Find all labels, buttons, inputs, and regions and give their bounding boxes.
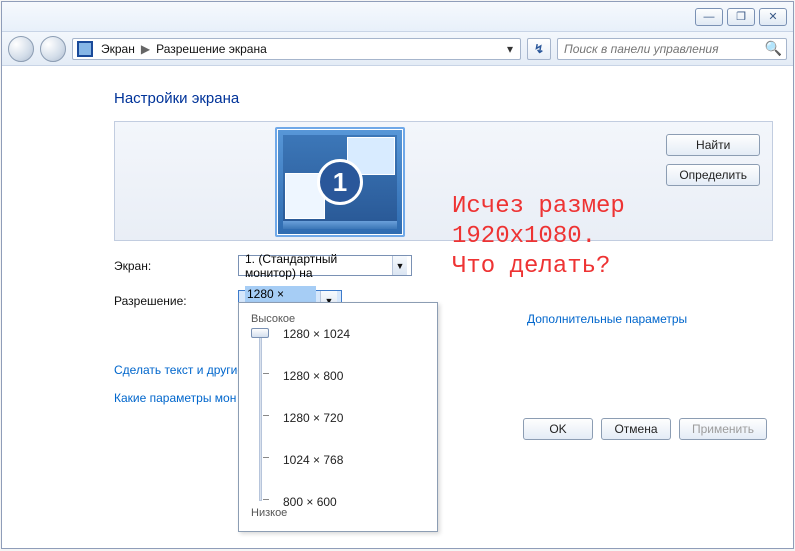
screen-combo[interactable]: 1. (Стандартный монитор) на ▼ xyxy=(238,255,412,276)
chevron-down-icon: ▼ xyxy=(392,256,407,275)
ok-button[interactable]: OK xyxy=(523,418,593,440)
apply-button[interactable]: Применить xyxy=(679,418,767,440)
title-bar: — ❐ ✕ xyxy=(2,2,793,32)
slider-thumb[interactable] xyxy=(251,328,269,338)
resolution-option-4[interactable]: 800 × 600 xyxy=(283,495,337,509)
resolution-slider-popup: Высокое 1280 × 1024 1280 × 800 1280 × 72… xyxy=(238,302,438,532)
breadcrumb-item-2[interactable]: Разрешение экрана xyxy=(152,42,271,56)
help-link[interactable]: Какие параметры мон xyxy=(114,391,773,405)
monitor-preview-box: 1 Найти Определить xyxy=(114,121,773,241)
slider-label-high: Высокое xyxy=(251,313,429,325)
search-box[interactable]: 🔍 xyxy=(557,38,787,60)
nav-toolbar: Экран ▶ Разрешение экрана ▾ ↯ 🔍 xyxy=(2,32,793,66)
minimize-button[interactable]: — xyxy=(695,8,723,26)
refresh-button[interactable]: ↯ xyxy=(527,38,551,60)
resolution-option-0[interactable]: 1280 × 1024 xyxy=(283,327,350,341)
forward-button[interactable] xyxy=(40,36,66,62)
monitor-number-badge: 1 xyxy=(317,159,363,205)
breadcrumb-item-1[interactable]: Экран xyxy=(97,42,139,56)
address-dropdown-icon[interactable]: ▾ xyxy=(502,42,518,56)
label-resolution: Разрешение: xyxy=(114,294,238,308)
monitor-thumbnail[interactable]: 1 xyxy=(275,127,405,237)
address-bar[interactable]: Экран ▶ Разрешение экрана ▾ xyxy=(72,38,521,60)
advanced-settings-link[interactable]: Дополнительные параметры xyxy=(527,312,687,326)
cancel-button[interactable]: Отмена xyxy=(601,418,671,440)
resolution-option-2[interactable]: 1280 × 720 xyxy=(283,411,343,425)
dialog-buttons: OK Отмена Применить xyxy=(523,418,767,440)
maximize-button[interactable]: ❐ xyxy=(727,8,755,26)
refresh-icon: ↯ xyxy=(534,42,544,56)
left-padding xyxy=(2,66,114,548)
label-screen: Экран: xyxy=(114,259,238,273)
content: Настройки экрана 1 Найти Определить Экра… xyxy=(114,66,793,548)
find-button[interactable]: Найти xyxy=(666,134,760,156)
search-icon[interactable]: 🔍 xyxy=(765,40,782,57)
breadcrumb-sep: ▶ xyxy=(139,42,152,56)
resolution-slider-track[interactable] xyxy=(251,331,269,501)
page-title: Настройки экрана xyxy=(114,90,773,107)
search-input[interactable] xyxy=(562,41,765,57)
window-frame: — ❐ ✕ Экран ▶ Разрешение экрана ▾ ↯ 🔍 На… xyxy=(1,1,794,549)
control-panel-icon xyxy=(77,41,93,57)
slider-label-low: Низкое xyxy=(251,507,429,519)
identify-button[interactable]: Определить xyxy=(666,164,760,186)
resolution-option-1[interactable]: 1280 × 800 xyxy=(283,369,343,383)
back-button[interactable] xyxy=(8,36,34,62)
text-size-link[interactable]: Сделать текст и другие xyxy=(114,363,773,377)
resolution-option-3[interactable]: 1024 × 768 xyxy=(283,453,343,467)
close-button[interactable]: ✕ xyxy=(759,8,787,26)
screen-combo-value: 1. (Стандартный монитор) на xyxy=(245,252,388,280)
user-annotation: Исчез размер 1920x1080. Что делать? xyxy=(452,192,625,282)
